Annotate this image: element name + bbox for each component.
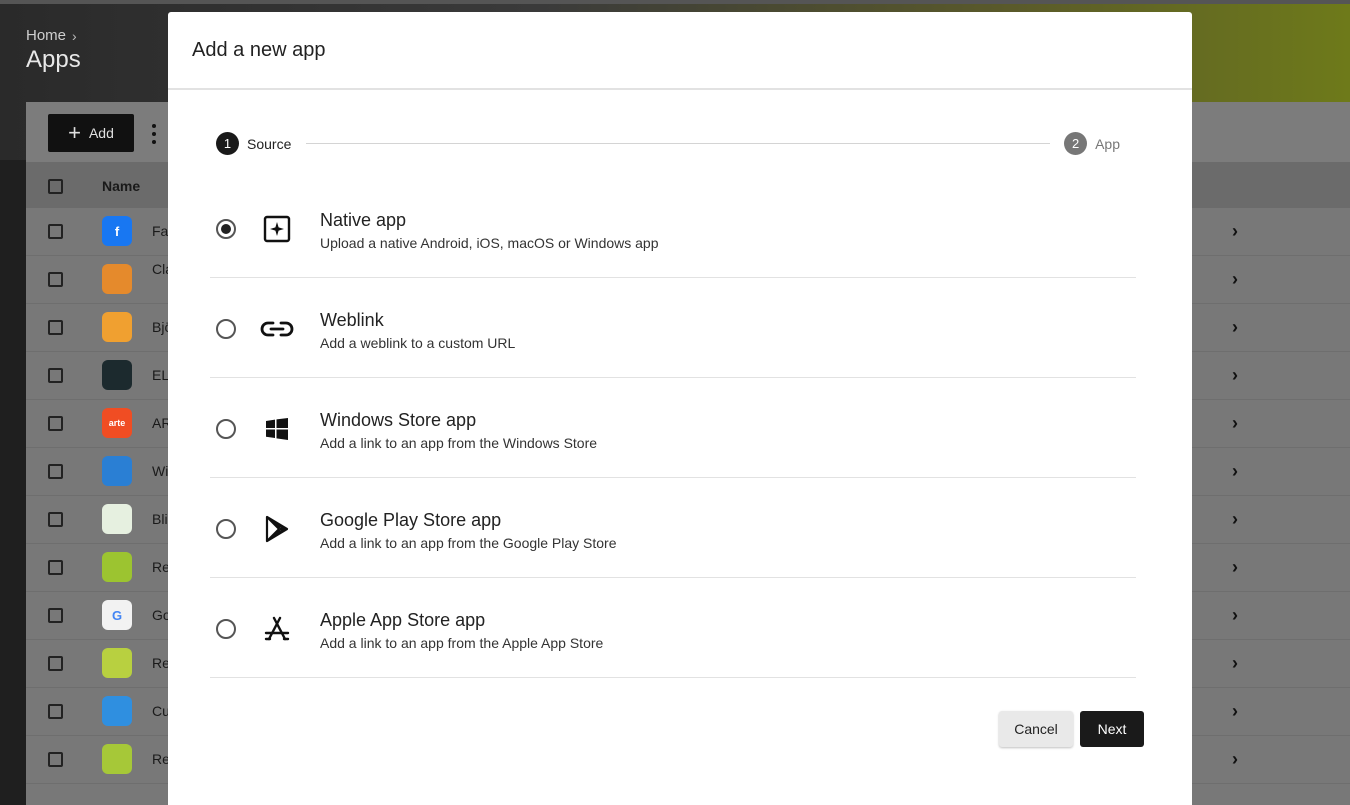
option-title: Windows Store app: [320, 410, 477, 430]
option-description: Add a weblink to a custom URL: [320, 335, 516, 351]
chevron-right-icon[interactable]: ›: [1232, 461, 1238, 482]
app-icon: [102, 456, 132, 486]
app-name: Fac: [152, 224, 168, 239]
app-name: Bjö: [152, 320, 168, 335]
row-checkbox[interactable]: [48, 704, 63, 719]
chevron-right-icon[interactable]: ›: [1232, 605, 1238, 626]
option-title: Weblink: [320, 310, 384, 330]
chevron-right-icon[interactable]: ›: [1232, 557, 1238, 578]
step-number: 2: [1064, 132, 1088, 155]
app-icon: [102, 744, 132, 774]
native-app-icon: [260, 212, 294, 246]
row-checkbox[interactable]: [48, 656, 63, 671]
chevron-right-icon: ›: [72, 27, 77, 44]
app-name: ELI: [152, 368, 168, 383]
app-name: Cu: [152, 704, 168, 719]
plus-icon: +: [68, 120, 81, 145]
app-icon: [102, 312, 132, 342]
radio-windows-store[interactable]: [216, 419, 236, 439]
row-checkbox[interactable]: [48, 368, 63, 383]
chevron-right-icon[interactable]: ›: [1232, 701, 1238, 722]
dialog-header: Add a new app: [168, 12, 1192, 90]
option-description: Add a link to an app from the Apple App …: [320, 635, 604, 651]
chevron-right-icon[interactable]: ›: [1232, 653, 1238, 674]
chevron-right-icon[interactable]: ›: [1232, 269, 1238, 290]
app-icon: [102, 360, 132, 390]
row-checkbox[interactable]: [48, 416, 63, 431]
stepper-connector: [306, 143, 1050, 144]
page-title: Apps: [26, 46, 81, 73]
add-app-dialog: Add a new app 1 Source 2 App Native app …: [168, 12, 1192, 805]
option-google-play[interactable]: Google Play Store app Add a link to an a…: [210, 478, 1136, 578]
app-icon: [102, 696, 132, 726]
top-strip: [0, 0, 1350, 4]
option-title: Native app: [320, 210, 407, 230]
cancel-button[interactable]: Cancel: [999, 711, 1073, 747]
option-title: Google Play Store app: [320, 510, 502, 530]
option-weblink[interactable]: Weblink Add a weblink to a custom URL: [210, 278, 1136, 378]
breadcrumb: Home ›: [26, 27, 77, 44]
row-checkbox[interactable]: [48, 752, 63, 767]
radio-google-play[interactable]: [216, 519, 236, 539]
option-description: Add a link to an app from the Windows St…: [320, 435, 598, 451]
add-app-button[interactable]: + Add: [48, 114, 134, 152]
dialog-title: Add a new app: [192, 38, 326, 61]
more-options-icon[interactable]: [148, 122, 160, 146]
row-checkbox[interactable]: [48, 224, 63, 239]
app-name: Re: [152, 656, 168, 671]
app-name: Go: [152, 608, 168, 623]
app-icon: [102, 264, 132, 294]
link-icon: [260, 312, 294, 346]
row-checkbox[interactable]: [48, 512, 63, 527]
app-icon: f: [102, 216, 132, 246]
step-number: 1: [216, 132, 239, 155]
app-icon: [102, 504, 132, 534]
row-checkbox[interactable]: [48, 272, 63, 287]
step-app: 2 App: [1064, 132, 1120, 155]
option-description: Upload a native Android, iOS, macOS or W…: [320, 235, 659, 251]
app-name: Wi: [152, 464, 168, 479]
row-checkbox[interactable]: [48, 320, 63, 335]
chevron-right-icon[interactable]: ›: [1232, 413, 1238, 434]
app-store-icon: [260, 612, 294, 646]
column-header-name[interactable]: Name: [102, 178, 140, 194]
app-name: Bli: [152, 512, 168, 527]
app-icon: [102, 552, 132, 582]
chevron-right-icon[interactable]: ›: [1232, 317, 1238, 338]
app-name: Re: [152, 560, 168, 575]
app-name: Re: [152, 752, 168, 767]
chevron-right-icon[interactable]: ›: [1232, 749, 1238, 770]
app-icon: arte: [102, 408, 132, 438]
windows-icon: [260, 412, 294, 446]
row-checkbox[interactable]: [48, 464, 63, 479]
select-all-checkbox[interactable]: [48, 179, 63, 194]
option-title: Apple App Store app: [320, 610, 486, 630]
row-checkbox[interactable]: [48, 608, 63, 623]
option-app-store[interactable]: Apple App Store app Add a link to an app…: [210, 578, 1136, 678]
option-windows-store[interactable]: Windows Store app Add a link to an app f…: [210, 378, 1136, 478]
app-icon: [102, 648, 132, 678]
add-label: Add: [88, 125, 114, 141]
next-button[interactable]: Next: [1080, 711, 1144, 747]
row-checkbox[interactable]: [48, 560, 63, 575]
step-label: Source: [247, 135, 292, 152]
app-name: Cla Ma: [152, 262, 168, 277]
step-source: 1 Source: [216, 132, 291, 155]
stepper: 1 Source 2 App: [216, 132, 1120, 158]
radio-weblink[interactable]: [216, 319, 236, 339]
app-icon: G: [102, 600, 132, 630]
step-label: App: [1095, 135, 1120, 152]
option-description: Add a link to an app from the Google Pla…: [320, 535, 617, 551]
google-play-icon: [260, 512, 294, 546]
radio-native-app[interactable]: [216, 219, 236, 239]
chevron-right-icon[interactable]: ›: [1232, 509, 1238, 530]
chevron-right-icon[interactable]: ›: [1232, 365, 1238, 386]
app-name: AR: [152, 416, 168, 431]
option-native-app[interactable]: Native app Upload a native Android, iOS,…: [210, 178, 1136, 278]
chevron-right-icon[interactable]: ›: [1232, 221, 1238, 242]
breadcrumb-home-link[interactable]: Home: [26, 27, 66, 44]
radio-app-store[interactable]: [216, 619, 236, 639]
source-options: Native app Upload a native Android, iOS,…: [210, 178, 1136, 678]
